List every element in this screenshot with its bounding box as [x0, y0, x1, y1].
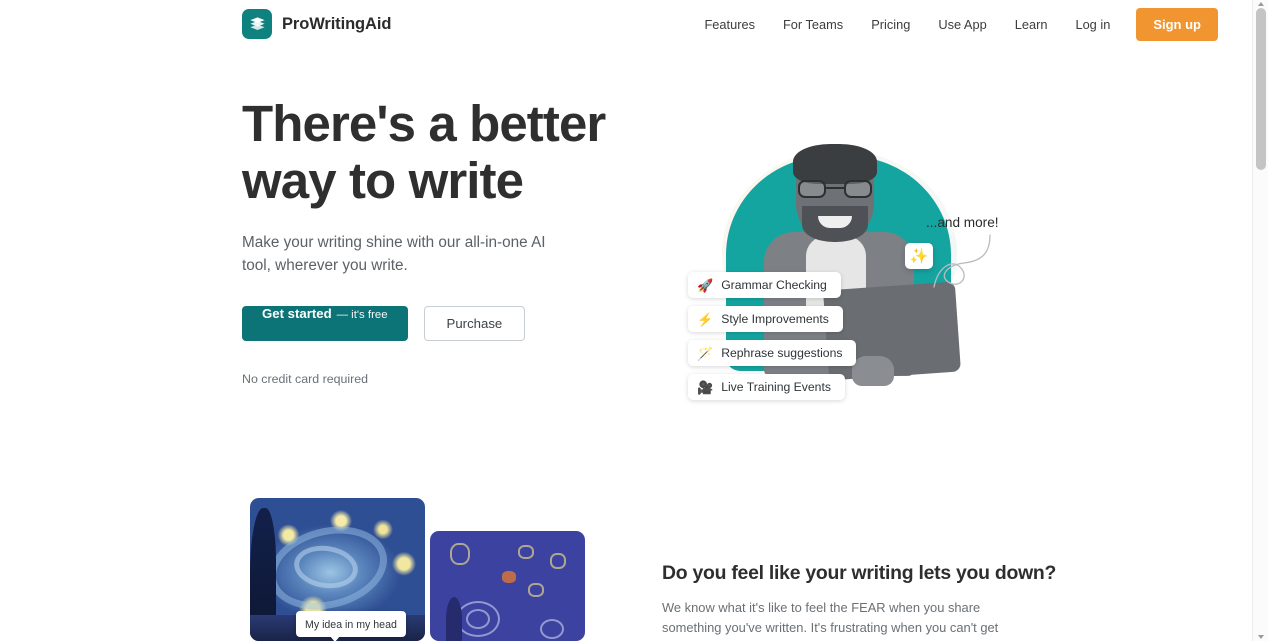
lightning-icon: ⚡ [697, 311, 714, 327]
get-started-label: Get started [262, 306, 332, 321]
scroll-up-button[interactable] [1253, 0, 1268, 8]
idea-tooltip: My idea in my head [296, 611, 406, 641]
feature-pill-style-improvements[interactable]: ⚡ Style Improvements [688, 306, 843, 332]
glasses-bridge [826, 187, 844, 190]
section-body-text: We know what it's like to feel the FEAR … [662, 600, 999, 641]
magic-wand-icon: 🪄 [697, 345, 714, 361]
purchase-button[interactable]: Purchase [423, 306, 526, 341]
feature-pill-label: Grammar Checking [721, 278, 827, 292]
nav-item-for-teams[interactable]: For Teams [769, 11, 857, 38]
crude-drawing-panel [430, 531, 585, 641]
hero-illustration: ✨ ...and more! 🚀 Grammar Checking ⚡ Styl… [660, 110, 1030, 440]
feature-pill-list: 🚀 Grammar Checking ⚡ Style Improvements … [688, 272, 857, 400]
crude-swirl-small [540, 619, 564, 639]
crude-star-3 [550, 553, 566, 569]
get-started-free-tag: — it's free [336, 309, 388, 321]
sign-up-button[interactable]: Sign up [1136, 7, 1218, 41]
nav-item-use-app[interactable]: Use App [924, 11, 1000, 38]
comparison-illustration: My idea in my head [250, 498, 590, 641]
hand-drawn-arrow-icon [933, 234, 991, 288]
feature-pill-live-training-events[interactable]: 🎥 Live Training Events [688, 374, 845, 400]
vertical-scrollbar[interactable] [1252, 0, 1268, 641]
nav-item-pricing[interactable]: Pricing [857, 11, 924, 38]
brand-logo-link[interactable]: ProWritingAid [242, 9, 391, 39]
hero-title-line-2: way to write [242, 152, 524, 209]
page-viewport: ProWritingAid Features For Teams Pricing… [0, 0, 1268, 641]
crude-star-2 [518, 545, 534, 559]
video-camera-icon: 🎥 [697, 379, 714, 395]
feature-pill-rephrase-suggestions[interactable]: 🪄 Rephrase suggestions [688, 340, 857, 366]
brand-name: ProWritingAid [282, 14, 392, 33]
chevron-up-icon [1258, 2, 1264, 6]
hero-subtitle: Make your writing shine with our all-in-… [242, 234, 546, 274]
chevron-down-icon [1258, 635, 1264, 639]
hero-section: There's a better way to write Make your … [0, 48, 1252, 468]
crude-cypress-tree [446, 597, 462, 641]
glasses-icon [798, 180, 872, 198]
idea-tooltip-label: My idea in my head [305, 619, 397, 631]
nav-item-features[interactable]: Features [690, 11, 769, 38]
photo-hand [852, 356, 894, 386]
get-started-button[interactable]: Get started — it's free [242, 306, 408, 341]
hero-title-line-1: There's a better [242, 95, 606, 152]
scroll-down-button[interactable] [1253, 633, 1268, 641]
feature-pill-label: Live Training Events [721, 380, 831, 394]
feature-pill-label: Rephrase suggestions [721, 346, 843, 360]
main-navigation: Features For Teams Pricing Use App Learn… [690, 7, 1218, 41]
and-more-label: ...and more! [926, 215, 999, 230]
scrollbar-thumb[interactable] [1256, 8, 1266, 170]
nav-item-learn[interactable]: Learn [1001, 11, 1062, 38]
crude-sun [502, 571, 516, 583]
section-title: Do you feel like your writing lets you d… [662, 562, 1057, 584]
hero-actions: Get started — it's free Purchase [242, 306, 642, 341]
feature-pill-label: Style Improvements [721, 312, 829, 326]
page-title: There's a better way to write [242, 95, 642, 209]
crude-star-1 [450, 543, 470, 565]
glasses-lens-right [844, 180, 872, 198]
and-more-callout: ...and more! [926, 215, 1036, 305]
feature-pill-grammar-checking[interactable]: 🚀 Grammar Checking [688, 272, 841, 298]
no-credit-card-note: No credit card required [242, 372, 369, 386]
prowritingaid-book-logo-icon [242, 9, 272, 39]
glasses-lens-left [798, 180, 826, 198]
site-header: ProWritingAid Features For Teams Pricing… [0, 0, 1252, 48]
nav-item-log-in[interactable]: Log in [1061, 11, 1124, 38]
section-copy: Do you feel like your writing lets you d… [662, 562, 1057, 641]
crude-star-4 [528, 583, 544, 597]
crude-swirl-large-inner [466, 609, 490, 629]
writing-lets-you-down-section: My idea in my head Do you feel like your… [0, 468, 1252, 641]
rocket-icon: 🚀 [697, 277, 714, 293]
hero-copy: There's a better way to write Make your … [242, 95, 642, 386]
photo-hair [793, 144, 877, 184]
